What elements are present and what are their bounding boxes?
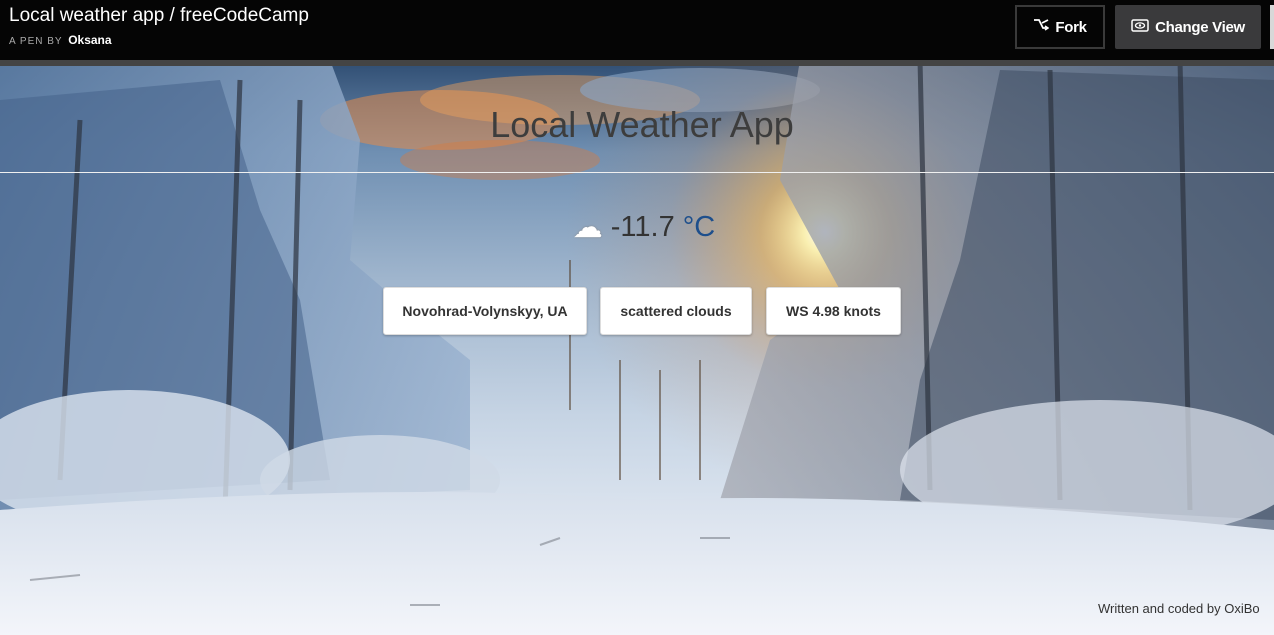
author-link[interactable]: Oksana (68, 33, 111, 47)
description-label: scattered clouds (620, 303, 732, 319)
location-card: Novohrad-Volynskyy, UA (383, 287, 587, 335)
pen-author-line: A PEN BY Oksana (9, 33, 112, 47)
wind-label: WS 4.98 knots (786, 303, 881, 319)
app-title: Local Weather App (490, 104, 794, 145)
temperature-unit-toggle[interactable]: °C (683, 211, 716, 244)
preview-top-border (0, 60, 1274, 66)
fork-label: Fork (1055, 18, 1087, 36)
wind-card: WS 4.98 knots (766, 287, 901, 335)
title-divider (0, 172, 1274, 173)
winter-background-image (0, 60, 1274, 635)
eye-icon (1131, 18, 1149, 36)
location-label: Novohrad-Volynskyy, UA (402, 303, 568, 319)
description-card: scattered clouds (600, 287, 752, 335)
temperature-value: -11.7 (610, 211, 675, 243)
pen-header: Local weather app / freeCodeCamp A PEN B… (0, 0, 1274, 60)
preview-frame (0, 60, 1274, 635)
change-view-label: Change View (1155, 18, 1245, 36)
fork-button[interactable]: Fork (1015, 5, 1105, 49)
by-prefix: A PEN BY (9, 36, 63, 47)
pen-title: Local weather app / freeCodeCamp (9, 5, 309, 26)
settings-button-edge[interactable] (1270, 5, 1274, 49)
change-view-button[interactable]: Change View (1115, 5, 1261, 49)
footer-credit: Written and coded by OxiBo (1098, 601, 1260, 616)
cloud-icon: ☁ (572, 210, 603, 244)
temperature-display: ☁ -11.7 °C (0, 211, 1274, 244)
fork-icon (1033, 18, 1050, 36)
